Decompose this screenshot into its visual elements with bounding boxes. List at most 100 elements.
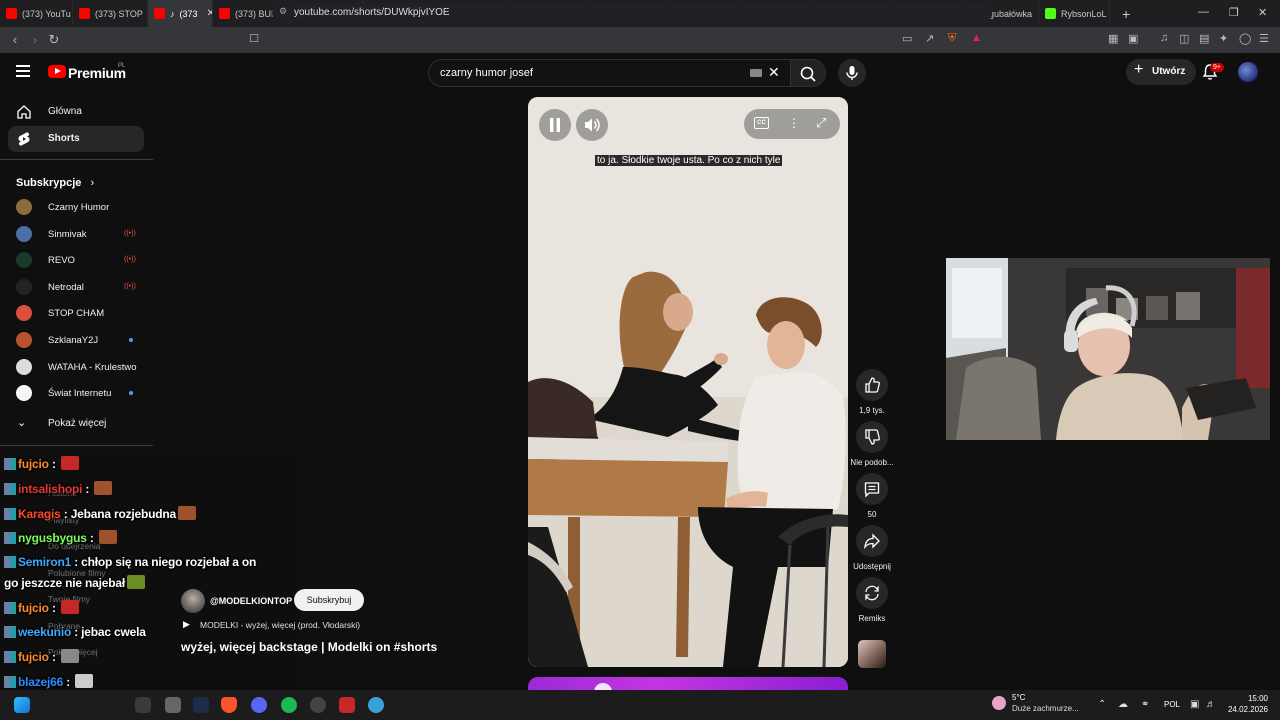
tray-chevron-up-icon[interactable]: ⌃ (1098, 699, 1106, 710)
close-window-button[interactable]: ✕ (1258, 6, 1267, 19)
sidebar-toggle-icon[interactable]: ◫ (1179, 32, 1189, 45)
share-page-icon[interactable]: ↗ (925, 32, 934, 45)
subscribe-button[interactable]: Subskrybuj (294, 589, 364, 611)
taskbar-app-icon[interactable] (339, 697, 355, 713)
search-input[interactable]: czarny humor josef (428, 59, 790, 87)
network-icon[interactable]: ▣ (1190, 699, 1199, 710)
chat-username[interactable]: fujcio (18, 601, 49, 615)
taskbar-start-icon[interactable] (14, 697, 30, 713)
subscription-item[interactable]: Netrodal ((•)) (16, 278, 146, 298)
vpn-icon[interactable]: ◯ (1239, 32, 1251, 45)
weather-icon[interactable] (992, 696, 1006, 710)
clear-search-icon[interactable]: ✕ (768, 64, 780, 81)
chat-username[interactable]: intsalishopi (18, 482, 82, 496)
chat-username[interactable]: nygusbygus (18, 531, 87, 545)
subscription-item[interactable]: Sinmivak ((•)) (16, 225, 146, 245)
chat-username[interactable]: blazej66 (18, 675, 63, 689)
wallet-icon[interactable]: ▤ (1199, 32, 1209, 45)
reload-icon[interactable]: ↻ (44, 32, 64, 48)
subscription-item[interactable]: Czarny Humor (16, 198, 146, 218)
search-button[interactable] (790, 59, 826, 87)
chat-username[interactable]: fujcio (18, 457, 49, 471)
site-info-icon[interactable]: ⚙ (279, 6, 287, 17)
taskbar-app-icon[interactable] (165, 697, 181, 713)
weather-temperature[interactable]: 5°C (1012, 693, 1025, 702)
pause-button[interactable] (539, 109, 571, 141)
remix-button[interactable] (856, 577, 888, 609)
media-icon[interactable]: ♫ (1160, 32, 1168, 44)
channel-name[interactable]: @MODELKIONTOP (210, 596, 292, 606)
subscriptions-heading[interactable]: Subskrypcje › (16, 177, 94, 189)
speaker-icon[interactable]: ♬ (1206, 699, 1216, 710)
tray-microphone-icon[interactable]: ⚭ (1141, 699, 1149, 710)
bookmark-icon[interactable]: ☐ (244, 32, 264, 45)
share-button[interactable] (856, 525, 888, 557)
music-play-icon[interactable]: ▶ (183, 619, 190, 630)
minimize-window-button[interactable]: — (1198, 6, 1209, 18)
shorts-video-player[interactable]: CC ⋮ ⤢ to ja. Słodkie twoje usta. Po co … (528, 97, 848, 667)
like-button[interactable] (856, 369, 888, 401)
brave-shield-icon[interactable]: ⛨ (948, 32, 956, 45)
chat-message: weekunio : jebac cwela (4, 625, 146, 639)
sidebar: Główna Shorts Subskrypcje › Czarny Humor… (0, 93, 153, 453)
show-more-button[interactable]: ⌄ Pokaż więcej (8, 411, 144, 437)
sidebar-item-home[interactable]: Główna (8, 99, 144, 125)
volume-icon (585, 118, 600, 132)
extensions-icon[interactable]: ▦ (1108, 32, 1118, 45)
clock-time[interactable]: 15:00 (1226, 694, 1268, 703)
captions-icon[interactable]: CC (754, 117, 769, 129)
new-tab-button[interactable]: + (1122, 6, 1130, 22)
leo-ai-icon[interactable]: ✦ (1219, 32, 1228, 45)
input-language[interactable]: POL (1164, 700, 1180, 709)
taskbar-app-icon[interactable] (368, 697, 384, 713)
subscription-item[interactable]: STOP CHAM (16, 304, 146, 324)
chat-username[interactable]: Semiron1 (18, 555, 71, 569)
more-options-icon[interactable]: ⋮ (788, 115, 800, 131)
chat-username[interactable]: fujcio (18, 650, 49, 664)
clock-date[interactable]: 24.02.2026 (1226, 705, 1268, 714)
dislike-button[interactable] (856, 421, 888, 453)
browser-tab[interactable]: (373) STOP (73, 0, 148, 27)
music-track[interactable]: MODELKI - wyżej, więcej (prod. Vłodarski… (200, 620, 360, 630)
tab-audio-icon[interactable]: ♪ (170, 9, 175, 19)
volume-button[interactable] (576, 109, 608, 141)
taskbar-app-icon[interactable] (135, 697, 151, 713)
chat-separator: : (60, 507, 71, 521)
fullscreen-icon[interactable]: ⤢ (816, 115, 826, 131)
url-field[interactable]: ⚙ youtube.com/shorts/DUWkpjvIYOE (272, 3, 992, 23)
weather-description[interactable]: Duże zachmurze... (1012, 704, 1079, 713)
subscription-item[interactable]: REVO ((•)) (16, 251, 146, 271)
taskbar-app-icon[interactable] (193, 697, 209, 713)
keyboard-icon[interactable] (750, 69, 762, 77)
subscription-item[interactable]: SzklanaY2J (16, 331, 146, 351)
cast-icon[interactable]: ▭ (902, 32, 912, 45)
comments-button[interactable] (856, 473, 888, 505)
spotify-icon[interactable] (281, 697, 297, 713)
subscription-item[interactable]: WATAHA - Krulestwo (16, 358, 146, 378)
tray-cloud-icon[interactable]: ☁ (1118, 699, 1128, 710)
browser-tab[interactable]: ♪(373✕ (148, 0, 213, 27)
screenshot-icon[interactable]: ▣ (1128, 32, 1138, 45)
obs-icon[interactable] (310, 697, 326, 713)
voice-search-button[interactable] (838, 59, 866, 87)
forward-icon[interactable]: › (25, 32, 45, 47)
youtube-logo-icon[interactable] (48, 65, 66, 78)
hamburger-menu-icon[interactable] (16, 65, 30, 77)
browser-menu-icon[interactable]: ☰ (1259, 32, 1269, 45)
chat-username[interactable]: weekunio (18, 625, 71, 639)
discord-icon[interactable] (251, 697, 267, 713)
sidebar-item-shorts[interactable]: Shorts (8, 126, 144, 152)
subscription-item[interactable]: Świat Internetu (16, 384, 146, 404)
video-title[interactable]: wyżej, więcej backstage | Modelki on #sh… (181, 640, 437, 654)
browser-tab[interactable]: (373) YouTu (0, 0, 73, 27)
browser-tab[interactable]: RybsonLoL (1039, 0, 1110, 27)
brave-browser-icon[interactable] (221, 697, 237, 713)
maximize-window-button[interactable]: ❐ (1229, 6, 1239, 19)
chat-separator: : (71, 555, 82, 569)
account-avatar[interactable] (1238, 62, 1258, 82)
rewards-icon[interactable]: ▲ (971, 32, 982, 44)
channel-avatar[interactable] (181, 589, 205, 613)
sound-thumbnail[interactable] (858, 640, 886, 668)
back-icon[interactable]: ‹ (5, 32, 25, 47)
chat-username[interactable]: Karagis (18, 507, 61, 521)
